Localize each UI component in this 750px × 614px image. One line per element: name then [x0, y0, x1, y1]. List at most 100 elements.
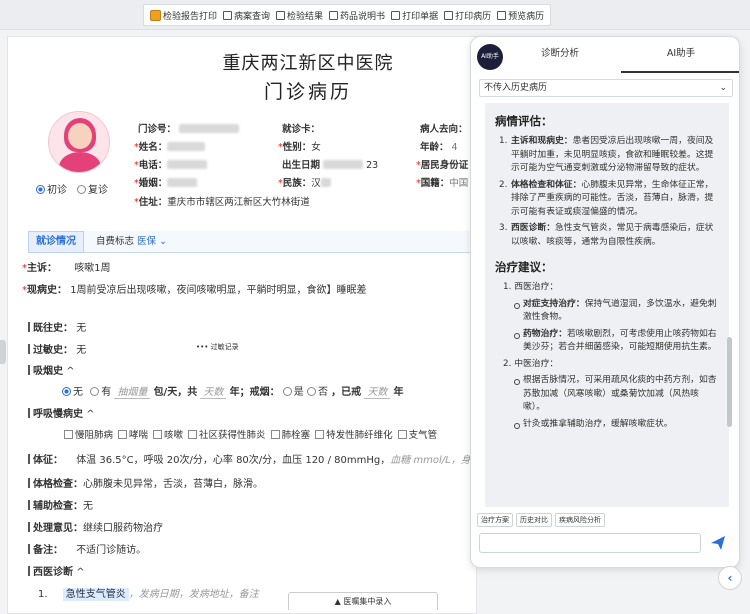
return-visit-radio[interactable]: 复诊: [77, 181, 108, 196]
treatment-heading: 治疗建议：: [495, 260, 553, 274]
toolbar-button[interactable]: 检验结果: [276, 9, 323, 22]
diagnosis-tag[interactable]: 急性支气管炎: [62, 588, 129, 601]
document-icon: [276, 10, 286, 20]
patient-gender: *性别：女: [278, 142, 321, 153]
history-record-select[interactable]: 不传入历史病历 ⌄: [479, 79, 733, 97]
printer-icon: [391, 10, 401, 20]
note-row: 备注： 不适门诊随访。: [28, 541, 146, 556]
past-history-row: 既往史： 无: [28, 319, 86, 334]
patient-address: *住址：重庆市市辖区两江新区大竹林街道: [134, 197, 310, 208]
document-icon: [329, 10, 339, 20]
ai-response-content: 病情评估： 1. 主诉和现病史：患者因受凉后出现咳嗽一周，夜间及平躺时加重，未见明…: [485, 103, 729, 507]
tcm-treatment-heading: 2. 中医治疗：: [503, 358, 559, 369]
copd-checkbox[interactable]: 特发性肺纤维化: [315, 430, 393, 441]
ai-logo-icon: AI助手: [477, 44, 503, 70]
treatment-bullet: 根据舌脉情况，可采用疏风化痰的中药方剂，如杏苏散加减（风寒咳嗽）或桑菊饮加减（风…: [513, 374, 719, 415]
record-title: 门诊病历: [263, 81, 352, 103]
smoke-no-radio[interactable]: [62, 387, 71, 396]
treatment-bullet: 药物治疗：若咳嗽剧烈，可考虑使用止咳药物如右美沙芬；若合并细菌感染，可能短期使用…: [513, 328, 719, 355]
patient-avatar: [48, 111, 110, 173]
copd-checkbox[interactable]: 哮喘: [118, 430, 148, 441]
assessment-item: 3. 西医诊断：急性支气管炎，常见于病毒感染后，症状以咳嗽、咳痰等，通常为自限性疾…: [499, 223, 714, 247]
chief-complaint-row: *主诉： 咳嗽1周: [22, 263, 111, 274]
active-tab-indicator: [621, 71, 739, 73]
copd-checkbox[interactable]: 肺栓塞: [270, 430, 310, 441]
toolbar-button[interactable]: 药品说明书: [329, 9, 385, 22]
quick-chips: 治疗方案 历史对比 疾病风险分析: [477, 513, 605, 527]
tab-visit-info[interactable]: 就诊情况: [28, 231, 84, 253]
patient-marriage: *婚姻：: [134, 175, 198, 189]
wm-treatment-heading: 1. 西医治疗：: [503, 282, 559, 292]
patient-nationality: *国籍：中国: [416, 178, 469, 189]
quick-chip[interactable]: 治疗方案: [477, 513, 513, 527]
tab-ai-assistant[interactable]: AI助手: [626, 45, 736, 59]
send-icon[interactable]: [709, 534, 727, 552]
left-drawer-handle[interactable]: [0, 340, 6, 364]
hpi-row: *现病史： 1周前受凉后出现咳嗽，夜间咳嗽明显，平躺时明显，食欲】睡眠差: [22, 285, 367, 296]
visit-type-group: 初诊 复诊: [36, 181, 108, 196]
copd-checkbox[interactable]: 社区获得性肺炎: [188, 430, 266, 441]
copd-checkbox[interactable]: 咳嗽: [153, 430, 183, 441]
quick-chip[interactable]: 历史对比: [516, 513, 552, 527]
toolbar-button[interactable]: 预览病历: [497, 9, 544, 22]
allergy-row: 过敏史： 无: [28, 341, 86, 356]
collapse-panel-button[interactable]: ‹: [718, 566, 742, 590]
toolbar-button[interactable]: 打印单据: [391, 9, 438, 22]
patient-destination: 病人去向：: [420, 124, 468, 135]
physical-exam-row: 体格检查：心肺腹未见异常，舌淡，苔薄白，脉滑。: [28, 475, 263, 490]
copd-options: 慢阻肺病 哮喘 咳嗽 社区获得性肺炎 肺栓塞 特发性肺纤维化 支气管: [64, 427, 442, 441]
chevron-down-icon: ⌄: [719, 83, 727, 93]
quit-no-radio[interactable]: [306, 387, 316, 396]
preview-icon: [497, 10, 507, 20]
medical-record-document: 重庆两江新区中医院 门诊病历 初诊 复诊 门诊号： *姓名： *电话： *婚姻：…: [7, 36, 477, 614]
chevron-up-icon[interactable]: ^: [86, 409, 94, 420]
smoking-history-header: 吸烟史 ^: [28, 362, 75, 377]
toolbar-button[interactable]: 检验报告打印: [150, 9, 217, 22]
toolbar-group: 检验报告打印 病案查询 检验结果 药品说明书 打印单据 打印病历 预览病历: [143, 4, 552, 26]
copd-checkbox[interactable]: 慢阻肺病: [64, 430, 113, 441]
quit-yes-radio[interactable]: [282, 387, 292, 396]
ai-chat-input[interactable]: [479, 533, 701, 553]
quick-chip[interactable]: 疾病风险分析: [555, 513, 605, 527]
patient-id: *居民身份证: [416, 160, 469, 171]
quit-years-input[interactable]: 天数: [364, 383, 391, 399]
smoke-years-input[interactable]: 天数: [200, 383, 227, 399]
patient-age: 年龄： 4: [420, 142, 458, 153]
package-icon: [150, 9, 161, 21]
chevron-up-icon[interactable]: ^: [76, 567, 84, 578]
toolbar-button[interactable]: 病案查询: [223, 9, 270, 22]
card-no: 就诊卡：: [282, 124, 321, 135]
content-scrollbar[interactable]: [727, 337, 732, 427]
ai-assistant-panel: AI助手 诊断分析 AI助手 不传入历史病历 ⌄ 病情评估： 1. 主诉和现病史：患…: [470, 36, 740, 568]
vitals-row: 体征： 体温 36.5°C，呼吸 20次/分，心率 80次/分，血压 120 /…: [28, 451, 476, 466]
wm-diagnosis-item: 1. 急性支气管炎 ，发病日期，发病地址，备注: [38, 588, 259, 601]
assessment-heading: 病情评估：: [495, 114, 553, 128]
smoke-pack-input[interactable]: 抽烟量: [114, 383, 151, 399]
tab-diagnosis-analysis[interactable]: 诊断分析: [505, 45, 615, 59]
visit-tabs: 就诊情况 自费标志 医保 ⌄: [28, 231, 476, 253]
chevron-up-icon[interactable]: ^: [66, 366, 74, 377]
copd-checkbox[interactable]: 支气管: [397, 430, 437, 441]
assessment-item: 2. 体格检查和体征：心肺腹未见异常，生命体征正常，排除了严重疾病的可能性。舌淡，…: [499, 179, 714, 217]
auxiliary-exam-row: 辅助检查：无: [28, 497, 93, 512]
treatment-bullet: 对症支持治疗：保持气道湿润，多饮温水，避免刺激性食物。: [513, 298, 719, 325]
clinic-no: 门诊号：: [138, 121, 240, 135]
printer-icon: [444, 10, 454, 20]
treatment-bullet: 针灸或推拿辅助治疗，缓解咳嗽症状。: [513, 418, 719, 432]
self-pay-selector[interactable]: 自费标志 医保 ⌄: [96, 231, 167, 253]
assessment-item: 1. 主诉和现病史：患者因受凉后出现咳嗽一周，夜间及平躺时加重，未见明显咳痰，食欲…: [499, 136, 714, 173]
document-icon: [223, 10, 233, 20]
patient-dob: 出生日期 23: [282, 160, 379, 171]
allergy-record-button[interactable]: ••• 过敏记录: [196, 342, 239, 352]
top-toolbar: 检验报告打印 病案查询 检验结果 药品说明书 打印单据 打印病历 预览病历: [0, 0, 750, 30]
patient-name: *姓名：: [134, 139, 206, 153]
wm-diagnosis-header: 西医诊断 ^: [28, 563, 85, 578]
toolbar-button[interactable]: 打印病历: [444, 9, 491, 22]
smoke-yes-radio[interactable]: [90, 387, 100, 396]
smoking-history-row: 无 有 抽烟量 包/天，共 天数 年；戒烟： 是 否 ，已戒 天数 年: [62, 383, 404, 399]
copd-history-header: 呼吸慢病史 ^: [28, 405, 95, 420]
treatment-plan-row: 处理意见：继续口服药物治疗: [28, 519, 163, 534]
batch-order-entry-button[interactable]: ▲ 医嘱集中录入: [288, 592, 438, 610]
first-visit-radio[interactable]: 初诊: [36, 181, 67, 196]
patient-phone: *电话：: [134, 157, 208, 171]
